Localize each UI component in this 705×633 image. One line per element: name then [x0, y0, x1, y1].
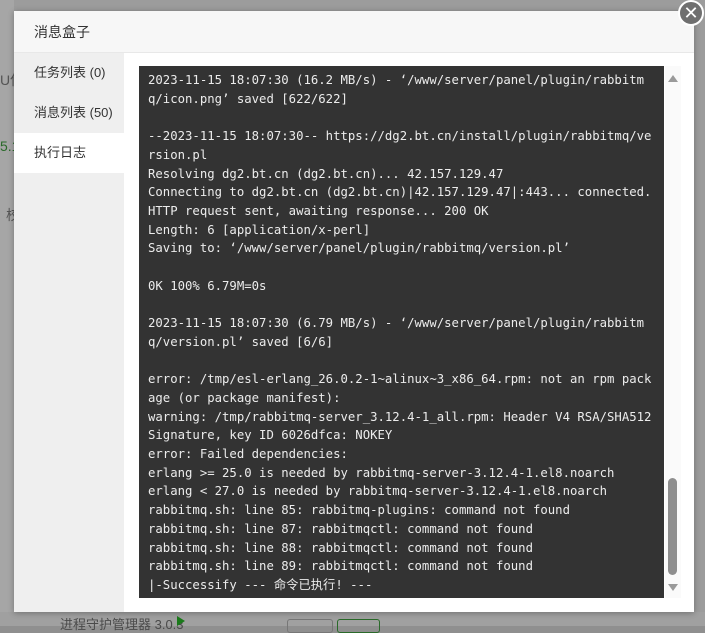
message-box-modal: 消息盒子 任务列表 (0) 消息列表 (50) 执行日志 2023-11-15 …	[14, 11, 694, 612]
sidebar-item-task-list[interactable]: 任务列表 (0)	[14, 53, 124, 93]
sidebar-item-label: 执行日志	[34, 145, 87, 160]
log-scrollbar[interactable]	[665, 66, 681, 598]
background-button	[337, 619, 380, 633]
sidebar-item-execution-log[interactable]: 执行日志	[14, 133, 124, 173]
background-button	[287, 619, 333, 633]
close-button[interactable]: ✕	[678, 0, 704, 26]
background-left-strip	[0, 0, 14, 612]
background-bottom-bar: 进程守护管理器 3.0.3	[0, 612, 705, 633]
close-icon: ✕	[683, 3, 699, 23]
execution-log-console[interactable]: 2023-11-15 18:07:30 (16.2 MB/s) - ‘/www/…	[139, 66, 664, 598]
sidebar-item-label: 任务列表 (0)	[34, 65, 106, 80]
sidebar-item-label: 消息列表 (50)	[34, 105, 113, 120]
modal-header: 消息盒子	[14, 11, 694, 53]
scrollbar-thumb[interactable]	[668, 478, 677, 575]
modal-title: 消息盒子	[34, 23, 90, 40]
sidebar-item-message-list[interactable]: 消息列表 (50)	[14, 93, 124, 133]
modal-sidebar: 任务列表 (0) 消息列表 (50) 执行日志	[14, 53, 124, 612]
play-icon	[177, 616, 185, 626]
scroll-up-arrow-icon[interactable]	[668, 75, 678, 82]
background-plugin-name: 进程守护管理器 3.0.3	[60, 617, 184, 632]
scroll-down-arrow-icon[interactable]	[668, 584, 678, 591]
log-text: 2023-11-15 18:07:30 (16.2 MB/s) - ‘/www/…	[148, 73, 652, 592]
log-content-panel: 2023-11-15 18:07:30 (16.2 MB/s) - ‘/www/…	[124, 53, 694, 612]
